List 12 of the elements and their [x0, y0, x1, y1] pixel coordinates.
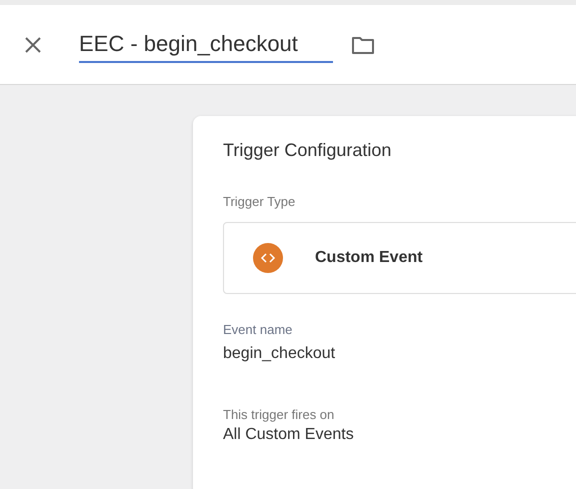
trigger-type-selector[interactable]: Custom Event [223, 222, 576, 294]
name-field[interactable]: EEC - begin_checkout [79, 28, 333, 62]
field-value: begin_checkout [223, 345, 336, 363]
field-label: Event name [223, 322, 294, 337]
code-icon [253, 243, 283, 273]
field-label: Trigger Type [223, 194, 296, 209]
close-button[interactable] [23, 34, 43, 54]
folder-icon[interactable] [351, 34, 375, 54]
field-label: This trigger fires on [223, 407, 336, 422]
card-title: Trigger Configuration [223, 140, 392, 161]
field-value: All Custom Events [223, 426, 355, 444]
trigger-type-name: Custom Event [315, 249, 423, 267]
